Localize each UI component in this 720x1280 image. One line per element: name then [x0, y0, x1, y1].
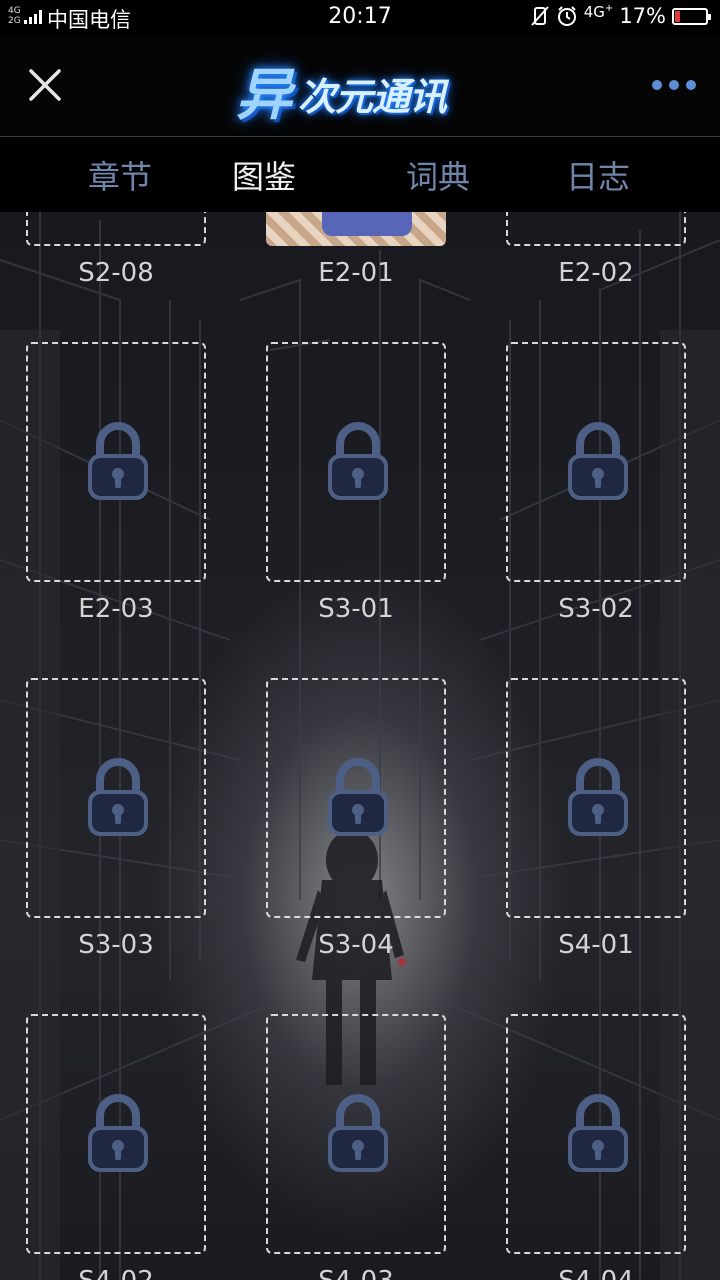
vibrate-off-icon	[531, 6, 549, 26]
more-dot	[652, 80, 662, 90]
gallery-item-label: S4-01	[558, 930, 634, 960]
gallery-card-locked[interactable]	[26, 212, 206, 246]
gallery-card-locked[interactable]	[506, 342, 686, 582]
gallery-card-locked[interactable]	[26, 678, 206, 918]
battery-icon	[672, 7, 711, 25]
lock-icon	[86, 1092, 150, 1176]
gallery-item-label: E2-03	[78, 594, 154, 624]
app-logo: 异 次元通讯	[236, 50, 476, 128]
more-horizontal-icon[interactable]	[652, 74, 696, 96]
logo-first-char: 异	[236, 63, 292, 128]
logo-text: 次元通讯	[298, 75, 447, 119]
gallery-card-locked[interactable]	[506, 1014, 686, 1254]
gallery-item-label: S3-01	[318, 594, 394, 624]
app-header: 异 次元通讯	[0, 36, 720, 137]
close-icon[interactable]	[22, 62, 68, 108]
gallery-item-label: S2-08	[78, 258, 154, 288]
network-type: 4G+	[583, 3, 614, 21]
battery-level-fill	[675, 10, 681, 22]
gallery-card-locked[interactable]	[266, 1014, 446, 1254]
lock-icon	[566, 1092, 630, 1176]
gallery-item-label: S4-04	[506, 1266, 686, 1280]
tab-bar: 章节 图鉴 词典 日志	[0, 137, 720, 212]
more-dot	[686, 80, 696, 90]
battery-percent: 17%	[619, 4, 666, 28]
gallery-card-locked[interactable]	[266, 342, 446, 582]
gallery-card-locked[interactable]	[26, 342, 206, 582]
lock-icon	[86, 756, 150, 840]
gallery-item-label: S4-02	[26, 1266, 206, 1280]
gallery-item-label: S3-04	[318, 930, 394, 960]
lock-icon	[326, 1092, 390, 1176]
gallery-screen: 4G 2G 中国电信 20:17 4G+ 17% 异 次元通讯 章节 图鉴 词典…	[0, 0, 720, 1280]
lock-icon	[326, 756, 390, 840]
gallery-item-label: E2-01	[318, 258, 394, 288]
more-dot	[669, 80, 679, 90]
lock-icon	[326, 420, 390, 504]
gallery-item-label: S3-02	[558, 594, 634, 624]
gallery-thumbnail[interactable]	[266, 212, 446, 246]
gallery-card-locked[interactable]	[506, 678, 686, 918]
gallery-grid: S2-08 E2-01 E2-02 E2-03 S3-01 S3-02 S3-03 S3-04…	[0, 212, 720, 1280]
thumbnail-figure	[322, 212, 412, 236]
gallery-card-locked[interactable]	[266, 678, 446, 918]
lock-icon	[86, 420, 150, 504]
gallery-item-label: E2-02	[558, 258, 634, 288]
lock-icon	[566, 756, 630, 840]
gallery-item-label: S4-03	[266, 1266, 446, 1280]
gallery-card-locked[interactable]	[506, 212, 686, 246]
lock-icon	[566, 420, 630, 504]
status-bar: 4G 2G 中国电信 20:17 4G+ 17%	[0, 0, 720, 36]
tab-gallery[interactable]: 图鉴	[174, 137, 354, 212]
gallery-item-label: S3-03	[78, 930, 154, 960]
tab-log[interactable]: 日志	[508, 137, 688, 212]
gallery-card-locked[interactable]	[26, 1014, 206, 1254]
alarm-clock-icon	[557, 6, 576, 26]
tab-dictionary[interactable]: 词典	[348, 137, 528, 212]
